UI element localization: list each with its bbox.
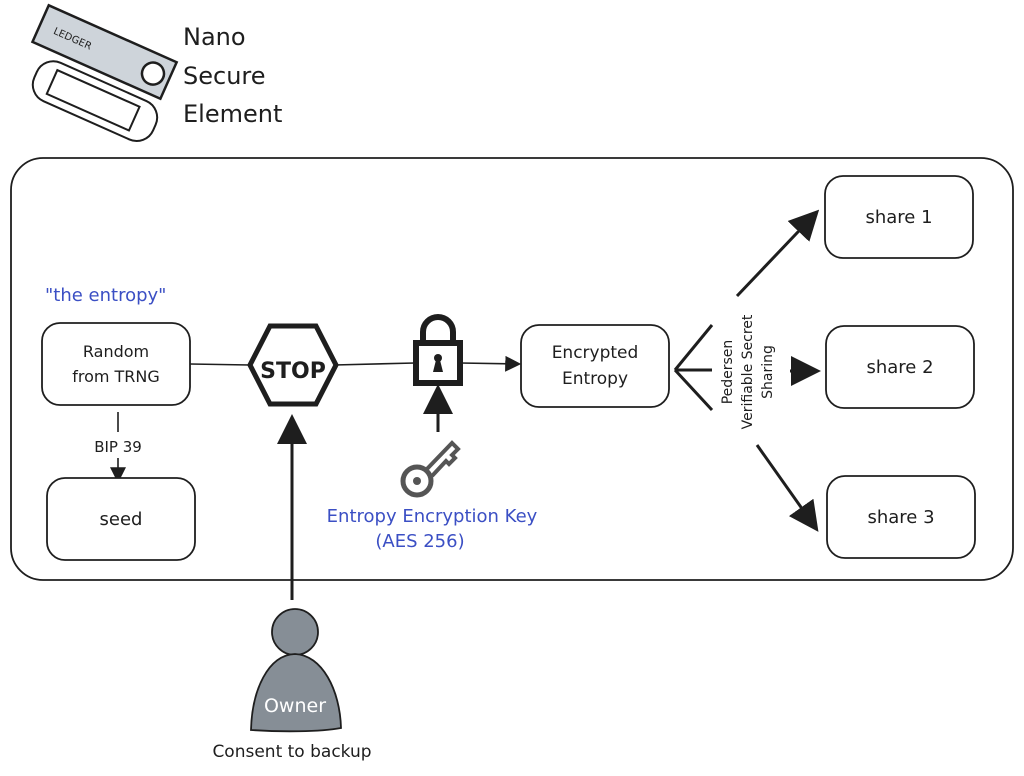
encrypted-label-2: Entropy — [562, 369, 628, 389]
share-3-node[interactable]: share 3 — [826, 475, 976, 559]
owner-avatar-icon[interactable]: Owner — [250, 608, 342, 733]
share-1-node[interactable]: share 1 — [824, 175, 974, 259]
vss-label-3: Sharing — [760, 345, 776, 399]
stop-label: STOP — [260, 359, 326, 384]
random-label-1: Random — [83, 342, 149, 361]
encrypted-label-1: Encrypted — [552, 343, 639, 363]
random-trng-node[interactable]: Random from TRNG — [41, 322, 191, 406]
vss-label-1: Pedersen — [720, 340, 736, 405]
lock-to-encrypted-arrow — [459, 355, 522, 372]
vss-label-2: Verifiable Secret — [740, 314, 756, 429]
share-2-label: share 2 — [866, 357, 933, 378]
entropy-caption: "the entropy" — [45, 285, 166, 306]
consent-label: Consent to backup — [212, 742, 371, 762]
random-label-2: from TRNG — [72, 367, 160, 386]
bip39-label: BIP 39 — [94, 438, 142, 456]
trng-to-stop-line — [189, 363, 251, 366]
share-1-label: share 1 — [865, 207, 932, 228]
ledger-device-icon: LEDGER — [30, 3, 179, 142]
share-2-node[interactable]: share 2 — [825, 325, 975, 409]
key-label-2: (AES 256) — [375, 531, 464, 552]
title-line-2: Secure — [183, 62, 266, 90]
encrypted-entropy-node[interactable]: Encrypted Entropy — [520, 324, 670, 408]
share-3-label: share 3 — [867, 507, 934, 528]
owner-label: Owner — [264, 695, 326, 717]
seed-label: seed — [100, 509, 143, 530]
diagram-canvas: LEDGER Nano Secure Element "the entropy"… — [10, 3, 1014, 762]
title-line-3: Element — [183, 100, 282, 128]
stop-sign-icon: STOP — [247, 323, 339, 407]
seed-node[interactable]: seed — [46, 477, 196, 561]
title-line-1: Nano — [183, 23, 246, 51]
key-label-1: Entropy Encryption Key — [327, 506, 538, 527]
